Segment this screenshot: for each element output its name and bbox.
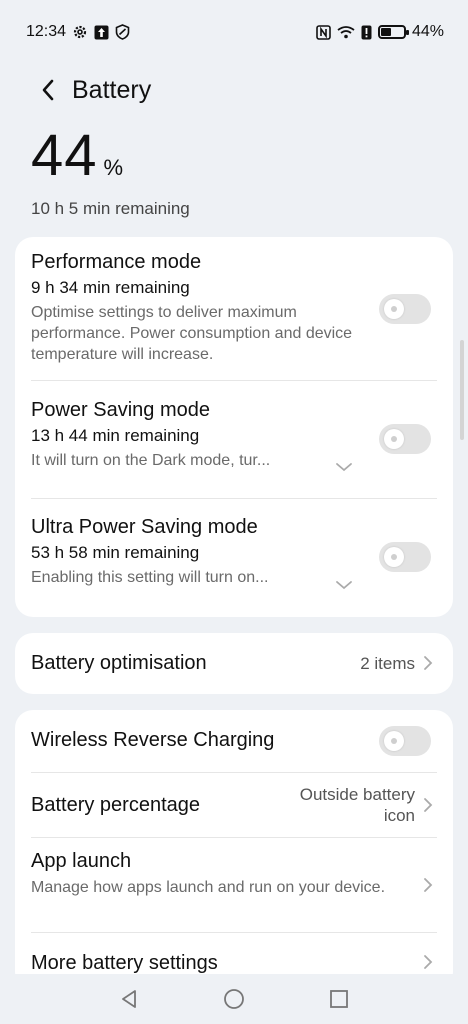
power-saving-mode-description: It will turn on the Dark mode, tur... bbox=[31, 452, 271, 469]
optimisation-card[interactable]: Battery optimisation 2 items bbox=[15, 633, 453, 694]
chevron-down-icon[interactable] bbox=[335, 579, 353, 591]
app-launch-description: Manage how apps launch and run on your d… bbox=[31, 879, 386, 896]
battery-icon bbox=[377, 25, 409, 39]
scrollbar-thumb[interactable] bbox=[460, 340, 464, 440]
nfc-icon bbox=[316, 24, 331, 40]
performance-mode-row[interactable]: Performance mode 9 h 34 min remaining Op… bbox=[15, 237, 453, 380]
battery-optimisation-row[interactable]: Battery optimisation 2 items bbox=[15, 633, 453, 694]
battery-optimisation-value: 2 items bbox=[360, 654, 415, 673]
battery-percentage-value-line2: icon bbox=[383, 806, 415, 825]
page-title: Battery bbox=[72, 75, 152, 104]
performance-mode-remaining: 9 h 34 min remaining bbox=[31, 278, 190, 297]
battery-percentage-row[interactable]: Battery percentage Outside battery icon bbox=[15, 772, 453, 837]
back-triangle-icon bbox=[122, 990, 136, 1008]
performance-mode-description: Optimise settings to deliver maximum per… bbox=[31, 304, 353, 363]
chevron-left-icon bbox=[42, 79, 54, 101]
ultra-power-saving-mode-remaining: 53 h 58 min remaining bbox=[31, 543, 200, 562]
status-time: 12:34 bbox=[26, 23, 67, 40]
app-launch-row[interactable]: App launch Manage how apps launch and ru… bbox=[15, 837, 453, 932]
power-saving-mode-row[interactable]: Power Saving mode 13 h 44 min remaining … bbox=[15, 380, 453, 498]
recents-square-icon bbox=[330, 990, 348, 1008]
status-left: 12:34 bbox=[26, 23, 130, 41]
chevron-down-icon[interactable] bbox=[335, 461, 353, 473]
battery-level-unit: % bbox=[103, 155, 124, 180]
status-right: 44% bbox=[316, 23, 444, 41]
app-header: Battery bbox=[0, 68, 468, 112]
alert-icon bbox=[361, 25, 372, 40]
battery-level: 44 % bbox=[31, 122, 123, 189]
wireless-reverse-charging-toggle[interactable] bbox=[379, 726, 431, 756]
chevron-right-icon bbox=[424, 955, 433, 969]
shield-icon bbox=[115, 24, 130, 40]
performance-mode-toggle[interactable] bbox=[379, 294, 431, 324]
more-battery-settings-title: More battery settings bbox=[31, 952, 218, 974]
wifi-icon bbox=[337, 25, 355, 39]
power-saving-mode-toggle[interactable] bbox=[379, 424, 431, 454]
power-saving-mode-title: Power Saving mode bbox=[31, 399, 210, 421]
nav-recents-button[interactable] bbox=[324, 984, 354, 1014]
ultra-power-saving-mode-title: Ultra Power Saving mode bbox=[31, 516, 258, 538]
app-launch-title: App launch bbox=[31, 850, 132, 872]
ultra-power-saving-mode-description: Enabling this setting will turn on... bbox=[31, 569, 269, 586]
settings-card: Wireless Reverse Charging Battery percen… bbox=[15, 710, 453, 990]
chevron-right-icon bbox=[424, 878, 433, 892]
battery-percentage-value-line1: Outside battery bbox=[299, 785, 415, 804]
performance-mode-title: Performance mode bbox=[31, 251, 202, 273]
nav-home-button[interactable] bbox=[219, 984, 249, 1014]
status-bar: 12:34 44% bbox=[0, 0, 468, 64]
chevron-right-icon bbox=[424, 798, 433, 812]
home-circle-icon bbox=[224, 989, 244, 1009]
wireless-reverse-charging-title: Wireless Reverse Charging bbox=[31, 729, 275, 751]
ultra-power-saving-mode-row[interactable]: Ultra Power Saving mode 53 h 58 min rema… bbox=[15, 498, 453, 617]
wireless-reverse-charging-row[interactable]: Wireless Reverse Charging bbox=[15, 710, 453, 772]
back-button[interactable] bbox=[28, 70, 68, 110]
power-saving-mode-remaining: 13 h 44 min remaining bbox=[31, 426, 200, 445]
battery-percent-text: 44% bbox=[411, 23, 444, 40]
modes-card: Performance mode 9 h 34 min remaining Op… bbox=[15, 237, 453, 617]
gear-icon bbox=[72, 24, 88, 40]
upload-icon bbox=[94, 25, 109, 40]
chevron-right-icon bbox=[424, 656, 433, 670]
system-nav-bar bbox=[0, 974, 468, 1024]
ultra-power-saving-mode-toggle[interactable] bbox=[379, 542, 431, 572]
battery-level-value: 44 bbox=[31, 123, 98, 188]
nav-back-button[interactable] bbox=[114, 984, 144, 1014]
battery-remaining: 10 h 5 min remaining bbox=[31, 199, 190, 218]
battery-percentage-value: Outside battery icon bbox=[300, 784, 415, 826]
